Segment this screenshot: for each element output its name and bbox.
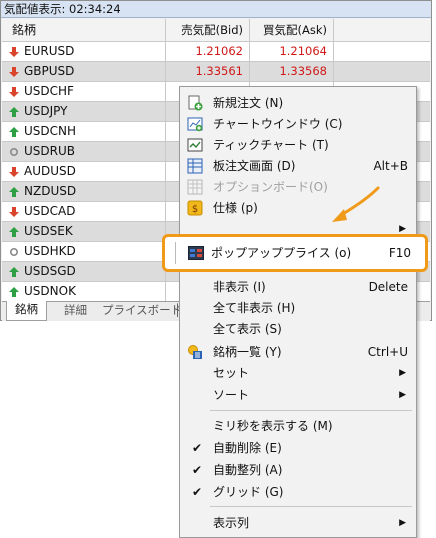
arrow-up-icon	[9, 227, 19, 237]
tick-chart-icon	[187, 137, 203, 153]
context-menu: 新規注文 (N) チャートウインドウ (C) ティックチャート (T) 板注文画…	[179, 86, 417, 538]
menu-item-hide[interactable]: 非表示 (I) Delete	[182, 277, 414, 297]
menu-item-auto-arrange[interactable]: ✔ 自動整列 (A)	[182, 460, 414, 480]
board-order-icon	[187, 158, 203, 174]
arrow-down-icon	[9, 167, 19, 177]
menu-item-set[interactable]: セット ▶	[182, 363, 414, 383]
symbol-cell: USDNOK	[2, 282, 166, 301]
menu-separator	[210, 506, 412, 507]
menu-item-spec[interactable]: $ 仕様 (p)	[182, 198, 414, 218]
chart-window-icon	[187, 116, 203, 132]
menu-item-columns[interactable]: 表示列 ▶	[182, 513, 414, 533]
svg-text:$: $	[192, 204, 198, 215]
symbol-list-icon	[187, 344, 203, 360]
symbol-cell: USDJPY	[2, 102, 166, 121]
menu-item-new-order[interactable]: 新規注文 (N)	[182, 93, 414, 113]
table-header: 銘柄 売気配(Bid) 買気配(Ask)	[2, 19, 430, 42]
tab-price-board[interactable]: プライスボード	[102, 302, 182, 320]
column-header-ask[interactable]: 買気配(Ask)	[250, 19, 334, 41]
menu-item-chart-window[interactable]: チャートウインドウ (C)	[182, 114, 414, 134]
arrow-down-icon	[9, 47, 19, 57]
tab-symbols[interactable]: 銘柄	[6, 301, 47, 321]
ask-cell: 1.21064	[250, 42, 334, 61]
symbol-cell: AUDUSD	[2, 162, 166, 181]
symbol-cell: USDCAD	[2, 202, 166, 221]
checkmark-icon: ✔	[192, 441, 203, 455]
menu-separator	[210, 410, 412, 411]
symbol-cell: USDRUB	[2, 142, 166, 161]
bid-cell: 1.33561	[166, 62, 250, 81]
table-row[interactable]: EURUSD 1.21062 1.21064	[2, 42, 430, 62]
menu-item-show-milliseconds[interactable]: ミリ秒を表示する (M)	[182, 416, 414, 436]
menu-item-auto-remove[interactable]: ✔ 自動削除 (E)	[182, 438, 414, 458]
symbol-cell: USDSGD	[2, 262, 166, 281]
symbol-cell: USDHKD	[2, 242, 166, 261]
new-order-icon	[187, 95, 203, 111]
arrow-up-icon	[9, 287, 19, 297]
menu-item-tick-chart[interactable]: ティックチャート (T)	[182, 135, 414, 155]
symbol-cell: GBPUSD	[2, 62, 166, 81]
option-board-icon	[187, 179, 203, 195]
arrow-up-icon	[9, 267, 19, 277]
chevron-right-icon: ▶	[399, 368, 406, 378]
arrow-up-icon	[9, 127, 19, 137]
arrow-down-icon	[9, 67, 19, 77]
menu-item-board-order[interactable]: 板注文画面 (D) Alt+B	[182, 156, 414, 176]
circle-neutral-icon	[9, 147, 19, 157]
column-header-symbol[interactable]: 銘柄	[2, 19, 166, 41]
specification-icon: $	[187, 200, 203, 216]
checkmark-icon: ✔	[192, 485, 203, 499]
chevron-right-icon: ▶	[399, 518, 406, 528]
popup-prices-icon	[188, 246, 204, 260]
chevron-right-icon: ▶	[399, 390, 406, 400]
menu-item-grid[interactable]: ✔ グリッド (G)	[182, 482, 414, 502]
window-title: 気配値表示: 02:34:24	[1, 1, 431, 18]
bid-cell: 1.21062	[166, 42, 250, 61]
arrow-down-icon	[9, 87, 19, 97]
checkmark-icon: ✔	[192, 463, 203, 477]
column-header-bid[interactable]: 売気配(Bid)	[166, 19, 250, 41]
menu-item-popup-prices[interactable]: ポップアッププライス (o) F10	[162, 234, 428, 272]
symbol-cell: EURUSD	[2, 42, 166, 61]
symbol-cell: USDSEK	[2, 222, 166, 241]
arrow-down-icon	[9, 207, 19, 217]
arrow-up-icon	[9, 187, 19, 197]
menu-item-option-board: オプションボード(O)	[182, 177, 414, 197]
menu-item-hide-all[interactable]: 全て非表示 (H)	[182, 298, 414, 318]
ask-cell: 1.33568	[250, 62, 334, 81]
symbol-cell: USDCHF	[2, 82, 166, 101]
menu-item-symbol-list[interactable]: 銘柄一覧 (Y) Ctrl+U	[182, 342, 414, 362]
symbol-cell: USDCNH	[2, 122, 166, 141]
menu-item-sort[interactable]: ソート ▶	[182, 385, 414, 405]
tab-details[interactable]: 詳細	[64, 302, 87, 320]
menu-item-show-all[interactable]: 全て表示 (S)	[182, 319, 414, 339]
circle-neutral-icon	[9, 247, 19, 257]
table-row[interactable]: GBPUSD 1.33561 1.33568	[2, 62, 430, 82]
symbol-cell: NZDUSD	[2, 182, 166, 201]
arrow-up-icon	[9, 107, 19, 117]
menu-icon-column-divider	[175, 242, 176, 264]
